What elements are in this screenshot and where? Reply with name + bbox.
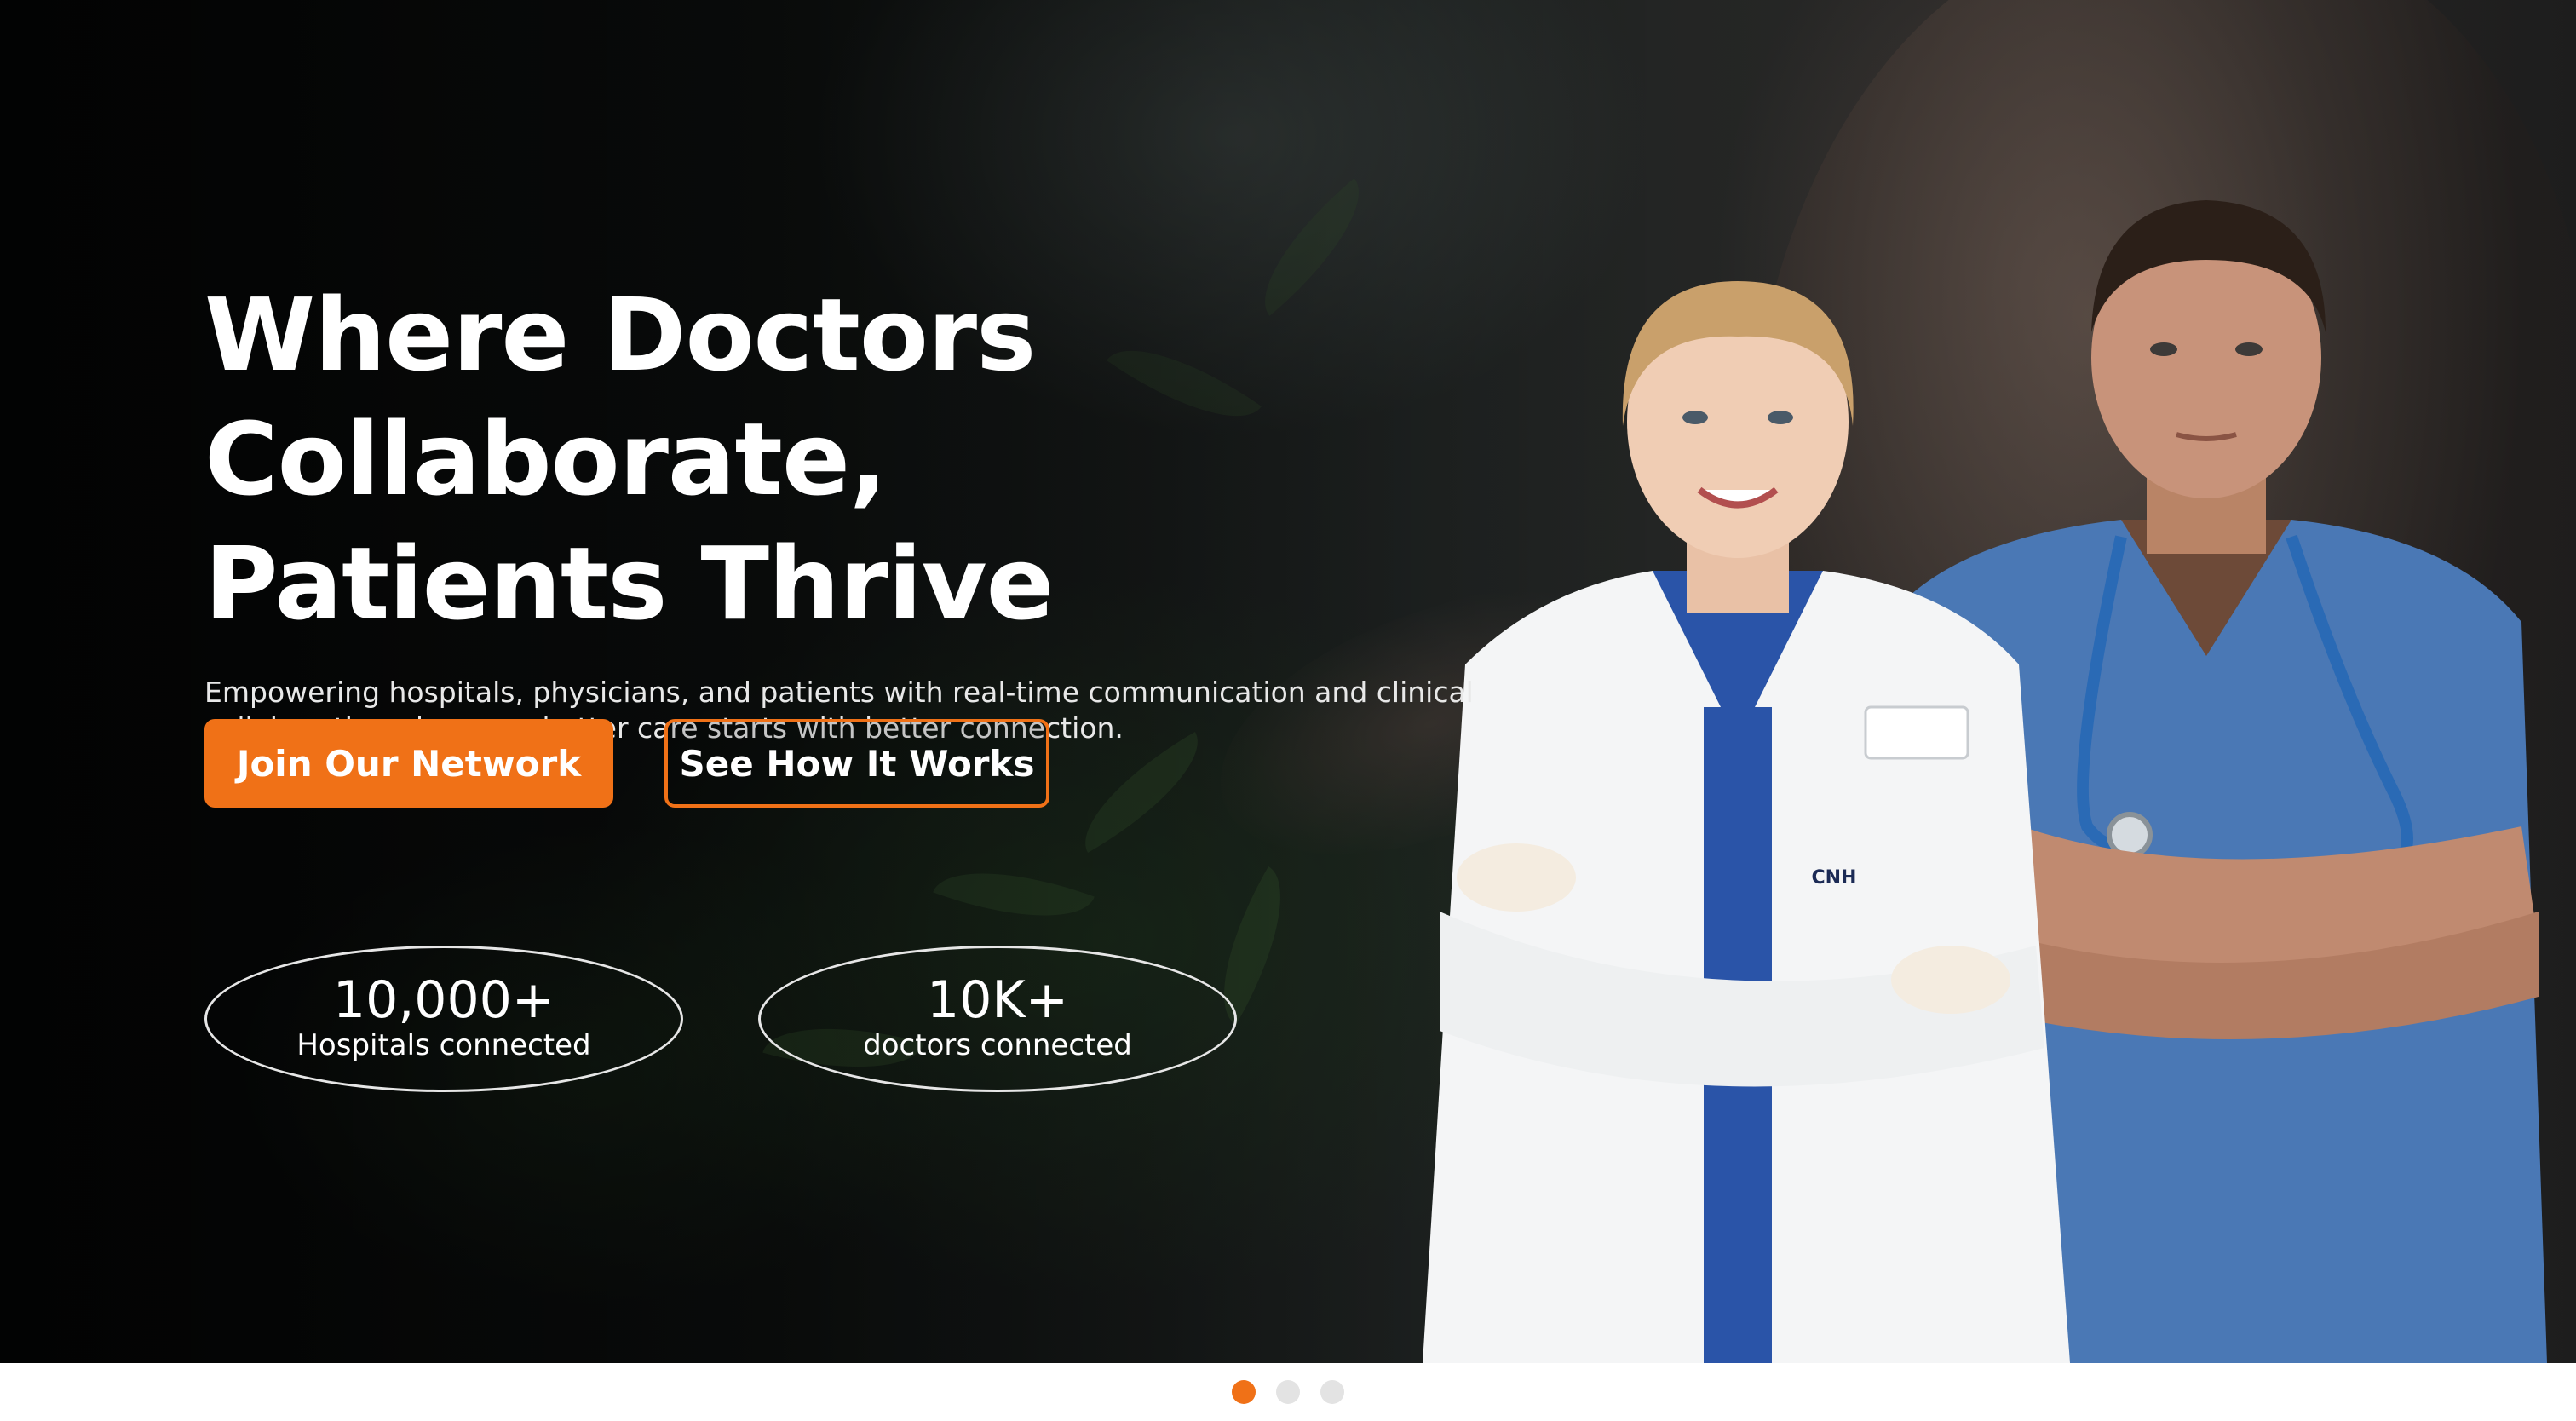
carousel-pagination <box>0 1363 2576 1421</box>
stat-label: Hospitals connected <box>296 1028 591 1062</box>
headline-line-1: Where Doctors Collaborate, <box>204 276 1036 518</box>
join-network-button[interactable]: Join Our Network <box>204 719 613 808</box>
subtext-line-1: Empowering hospitals, physicians, and pa… <box>204 676 1474 709</box>
see-how-it-works-button[interactable]: See How It Works <box>664 719 1049 808</box>
stat-doctors: 10K+ doctors connected <box>758 946 1237 1092</box>
stat-value: 10,000+ <box>332 970 555 1030</box>
hero-headline: Where Doctors Collaborate, Patients Thri… <box>204 273 1567 646</box>
carousel-dot-3[interactable] <box>1320 1380 1344 1404</box>
hero-buttons: Join Our Network See How It Works <box>204 719 1049 808</box>
coat-badge-logo: CNH <box>1811 867 1857 889</box>
stat-hospitals: 10,000+ Hospitals connected <box>204 946 683 1092</box>
stat-value: 10K+ <box>927 970 1068 1030</box>
stat-label: doctors connected <box>863 1028 1132 1062</box>
hero-content: Where Doctors Collaborate, Patients Thri… <box>204 273 1567 746</box>
carousel-dot-2[interactable] <box>1276 1380 1300 1404</box>
stats-row: 10,000+ Hospitals connected 10K+ doctors… <box>204 946 1244 1092</box>
hero-banner: CNH Where Doctors Collaborate, Patients … <box>0 0 2576 1363</box>
carousel-dot-1[interactable] <box>1232 1380 1256 1404</box>
headline-line-2: Patients Thrive <box>204 525 1055 642</box>
